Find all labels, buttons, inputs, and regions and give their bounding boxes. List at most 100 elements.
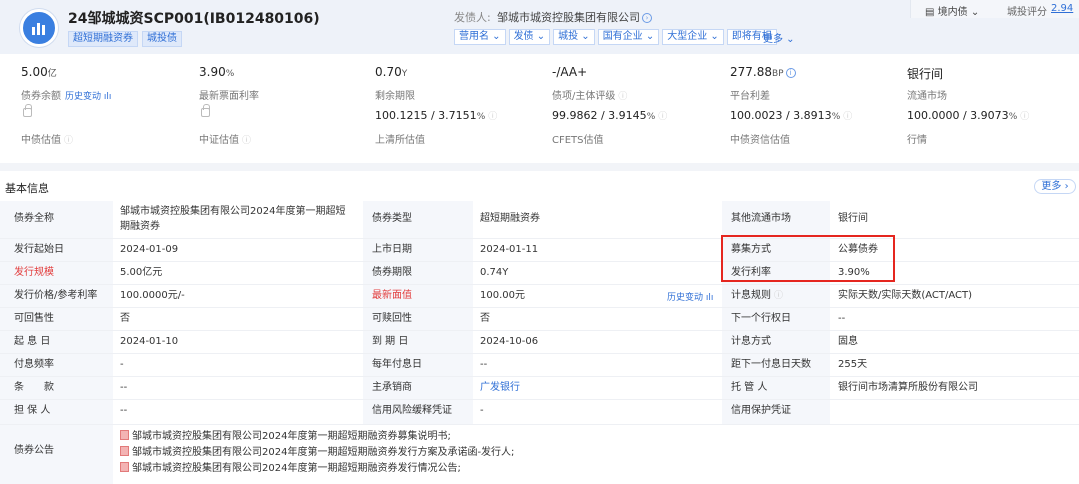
help-icon[interactable]: ⓘ (774, 291, 783, 301)
top-right-bar: ▤ 境内债 ⌄ 城投评分 2.94 (910, 0, 1079, 18)
metric-value: 277.88 (730, 65, 772, 79)
valuation-unit: % (476, 112, 486, 122)
more-label: 更多 (1041, 181, 1062, 192)
metric-coupon: 3.90% 最新票面利率 中证估值 ⓘ (199, 54, 379, 154)
metric-unit: 亿 (47, 69, 57, 79)
row-divider (0, 424, 1079, 425)
history-link-text[interactable]: 历史变动 (65, 92, 101, 102)
issuer-tag[interactable]: 大型企业 ⌄ (662, 29, 724, 45)
info-icon: ⓘ (64, 136, 74, 146)
section-divider (0, 163, 1079, 171)
valuation-value: 99.9862 / 3.9145 (552, 109, 647, 122)
label-clw: 信用保护凭证 (731, 405, 791, 416)
value-full-name: 邹城市城资控股集团有限公司2024年度第一期超短 (120, 206, 346, 217)
more-tags-label: 更多 (763, 34, 783, 45)
value-full-name-line2: 期融资券 (120, 221, 160, 232)
metric-value: 银行间 (907, 67, 944, 81)
row-divider (0, 307, 1079, 308)
issuer-tag[interactable]: 国有企业 ⌄ (597, 29, 660, 45)
row-divider (0, 330, 1079, 331)
issuer-tag-label: 大型企业 (667, 31, 708, 42)
label-bond-type: 债券类型 (372, 213, 412, 224)
announcement-link[interactable]: 邹城市城资控股集团有限公司2024年度第一期超短期融资券募集说明书; (120, 427, 451, 442)
issuer-tag[interactable]: 发债 ⌄ (508, 29, 551, 45)
label-days-to-pay: 距下一付息日天数 (731, 359, 811, 370)
announcement-text[interactable]: 邹城市城资控股集团有限公司2024年度第一期超短期融资券发行情况公告; (132, 463, 461, 474)
metric-label: 剩余期限 (375, 91, 415, 102)
valuation-unit: % (646, 112, 656, 122)
row-divider (0, 284, 1079, 285)
label-value-date: 起 息 日 (14, 336, 51, 347)
metric-label: 债项/主体评级 (552, 91, 616, 102)
city-invest-score[interactable]: 2.94 (1051, 3, 1073, 14)
info-icon[interactable]: ⓘ (1020, 112, 1029, 122)
info-icon[interactable]: › (642, 13, 652, 23)
value-bond-type: 超短期融资券 (480, 213, 540, 224)
basic-info-title: 基本信息 (5, 182, 49, 195)
issuer-name-text[interactable]: 邹城市城资控股集团有限公司 (497, 11, 640, 24)
value-interest-type: 固息 (838, 336, 858, 347)
lock-icon (23, 104, 32, 117)
tag-bond-type[interactable]: 超短期融资券 (68, 31, 138, 47)
label-next-exercise: 下一个行权日 (731, 313, 791, 324)
value-custodian: 银行间市场清算所股份有限公司 (838, 382, 978, 393)
label-maturity: 到 期 日 (372, 336, 409, 347)
announcement-link[interactable]: 邹城市城资控股集团有限公司2024年度第一期超短期融资券发行情况公告; (120, 459, 461, 474)
label-putable: 可回售性 (14, 313, 54, 324)
label-issue-price: 发行价格/参考利率 (14, 290, 98, 301)
issuer-tag[interactable]: 营用名 ⌄ (454, 29, 506, 45)
value-annual-pay-date: -- (480, 359, 488, 370)
more-tags-button[interactable]: 更多 ⌄ (763, 30, 795, 45)
label-issue-start: 发行起始日 (14, 244, 64, 255)
lock-icon (201, 104, 210, 117)
valuation-label: 中证估值 (199, 135, 239, 146)
info-icon[interactable]: ⓘ (488, 112, 497, 122)
info-icon[interactable]: ⓘ (843, 112, 852, 122)
label-face-value: 最新面值 (372, 290, 412, 301)
pdf-icon (120, 430, 129, 440)
metric-label: 流通市场 (907, 91, 947, 102)
metric-spread: 277.88BP i 平台利差 100.0023 / 3.8913% ⓘ 中债资信估… (730, 54, 910, 154)
metric-rating: -/AA+ 债项/主体评级 ⓘ 99.9862 / 3.9145% ⓘ CFETS估… (552, 54, 732, 154)
announcement-text[interactable]: 邹城市城资控股集团有限公司2024年度第一期超短期融资券募集说明书; (132, 431, 451, 442)
value-putable: 否 (120, 313, 130, 324)
value-issue-size: 5.00亿元 (120, 267, 163, 278)
more-button[interactable]: 更多 › (1034, 179, 1076, 194)
pdf-icon (120, 462, 129, 472)
metric-remaining: 0.70Y 剩余期限 100.1215 / 3.7151% ⓘ 上清所估值 (375, 54, 555, 154)
city-invest-score-label: 城投评分 (1007, 7, 1047, 18)
row-divider (0, 238, 1079, 239)
valuation-value: 100.0023 / 3.8913 (730, 109, 832, 122)
face-value-history-link[interactable]: 历史变动 ılı (667, 290, 713, 303)
issuer-tag-label: 国有企业 (602, 31, 643, 42)
issuer-tag[interactable]: 城投 ⌄ (553, 29, 595, 45)
value-value-date: 2024-01-10 (120, 336, 179, 347)
label-listing-date: 上市日期 (372, 244, 412, 255)
info-icon[interactable]: ⓘ (658, 112, 667, 122)
pdf-icon (120, 446, 129, 456)
bond-header: 24邹城城资SCP001(IB012480106) 超短期融资券 城投债 发债人… (0, 0, 1079, 54)
announcement-link[interactable]: 邹城市城资控股集团有限公司2024年度第一期超短期融资券发行方案及承诺函-发行人… (120, 443, 514, 458)
face-value-history-text[interactable]: 历史变动 (667, 293, 703, 303)
domestic-bond-dropdown[interactable]: ▤ 境内债 ⌄ (925, 3, 979, 18)
metric-value: 5.00 (21, 65, 48, 79)
metric-label: 平台利差 (730, 91, 770, 102)
valuation-unit: % (1008, 112, 1018, 122)
row-divider (0, 261, 1079, 262)
bond-title: 24邹城城资SCP001(IB012480106) (68, 11, 320, 27)
valuation-label: CFETS估值 (552, 135, 604, 146)
valuation-label: 上清所估值 (375, 135, 425, 146)
history-link[interactable]: 历史变动 ılı (65, 92, 111, 102)
issuer-tag-label: 城投 (558, 31, 579, 42)
metric-label: 最新票面利率 (199, 91, 259, 102)
info-icon[interactable]: i (785, 68, 796, 78)
tag-city-invest[interactable]: 城投债 (142, 31, 182, 47)
valuation-value: 100.1215 / 3.7151 (375, 109, 477, 122)
valuation-label: 中债估值 (21, 135, 61, 146)
issuer-name[interactable]: 邹城市城资控股集团有限公司 › (497, 9, 652, 25)
value-underwriter[interactable]: 广发银行 (480, 381, 520, 395)
label-day-count-text: 计息规则 (731, 290, 771, 301)
label-terms: 条 款 (14, 382, 54, 393)
label-crmw: 信用风险缓释凭证 (372, 405, 452, 416)
announcement-text[interactable]: 邹城市城资控股集团有限公司2024年度第一期超短期融资券发行方案及承诺函-发行人… (132, 447, 514, 458)
